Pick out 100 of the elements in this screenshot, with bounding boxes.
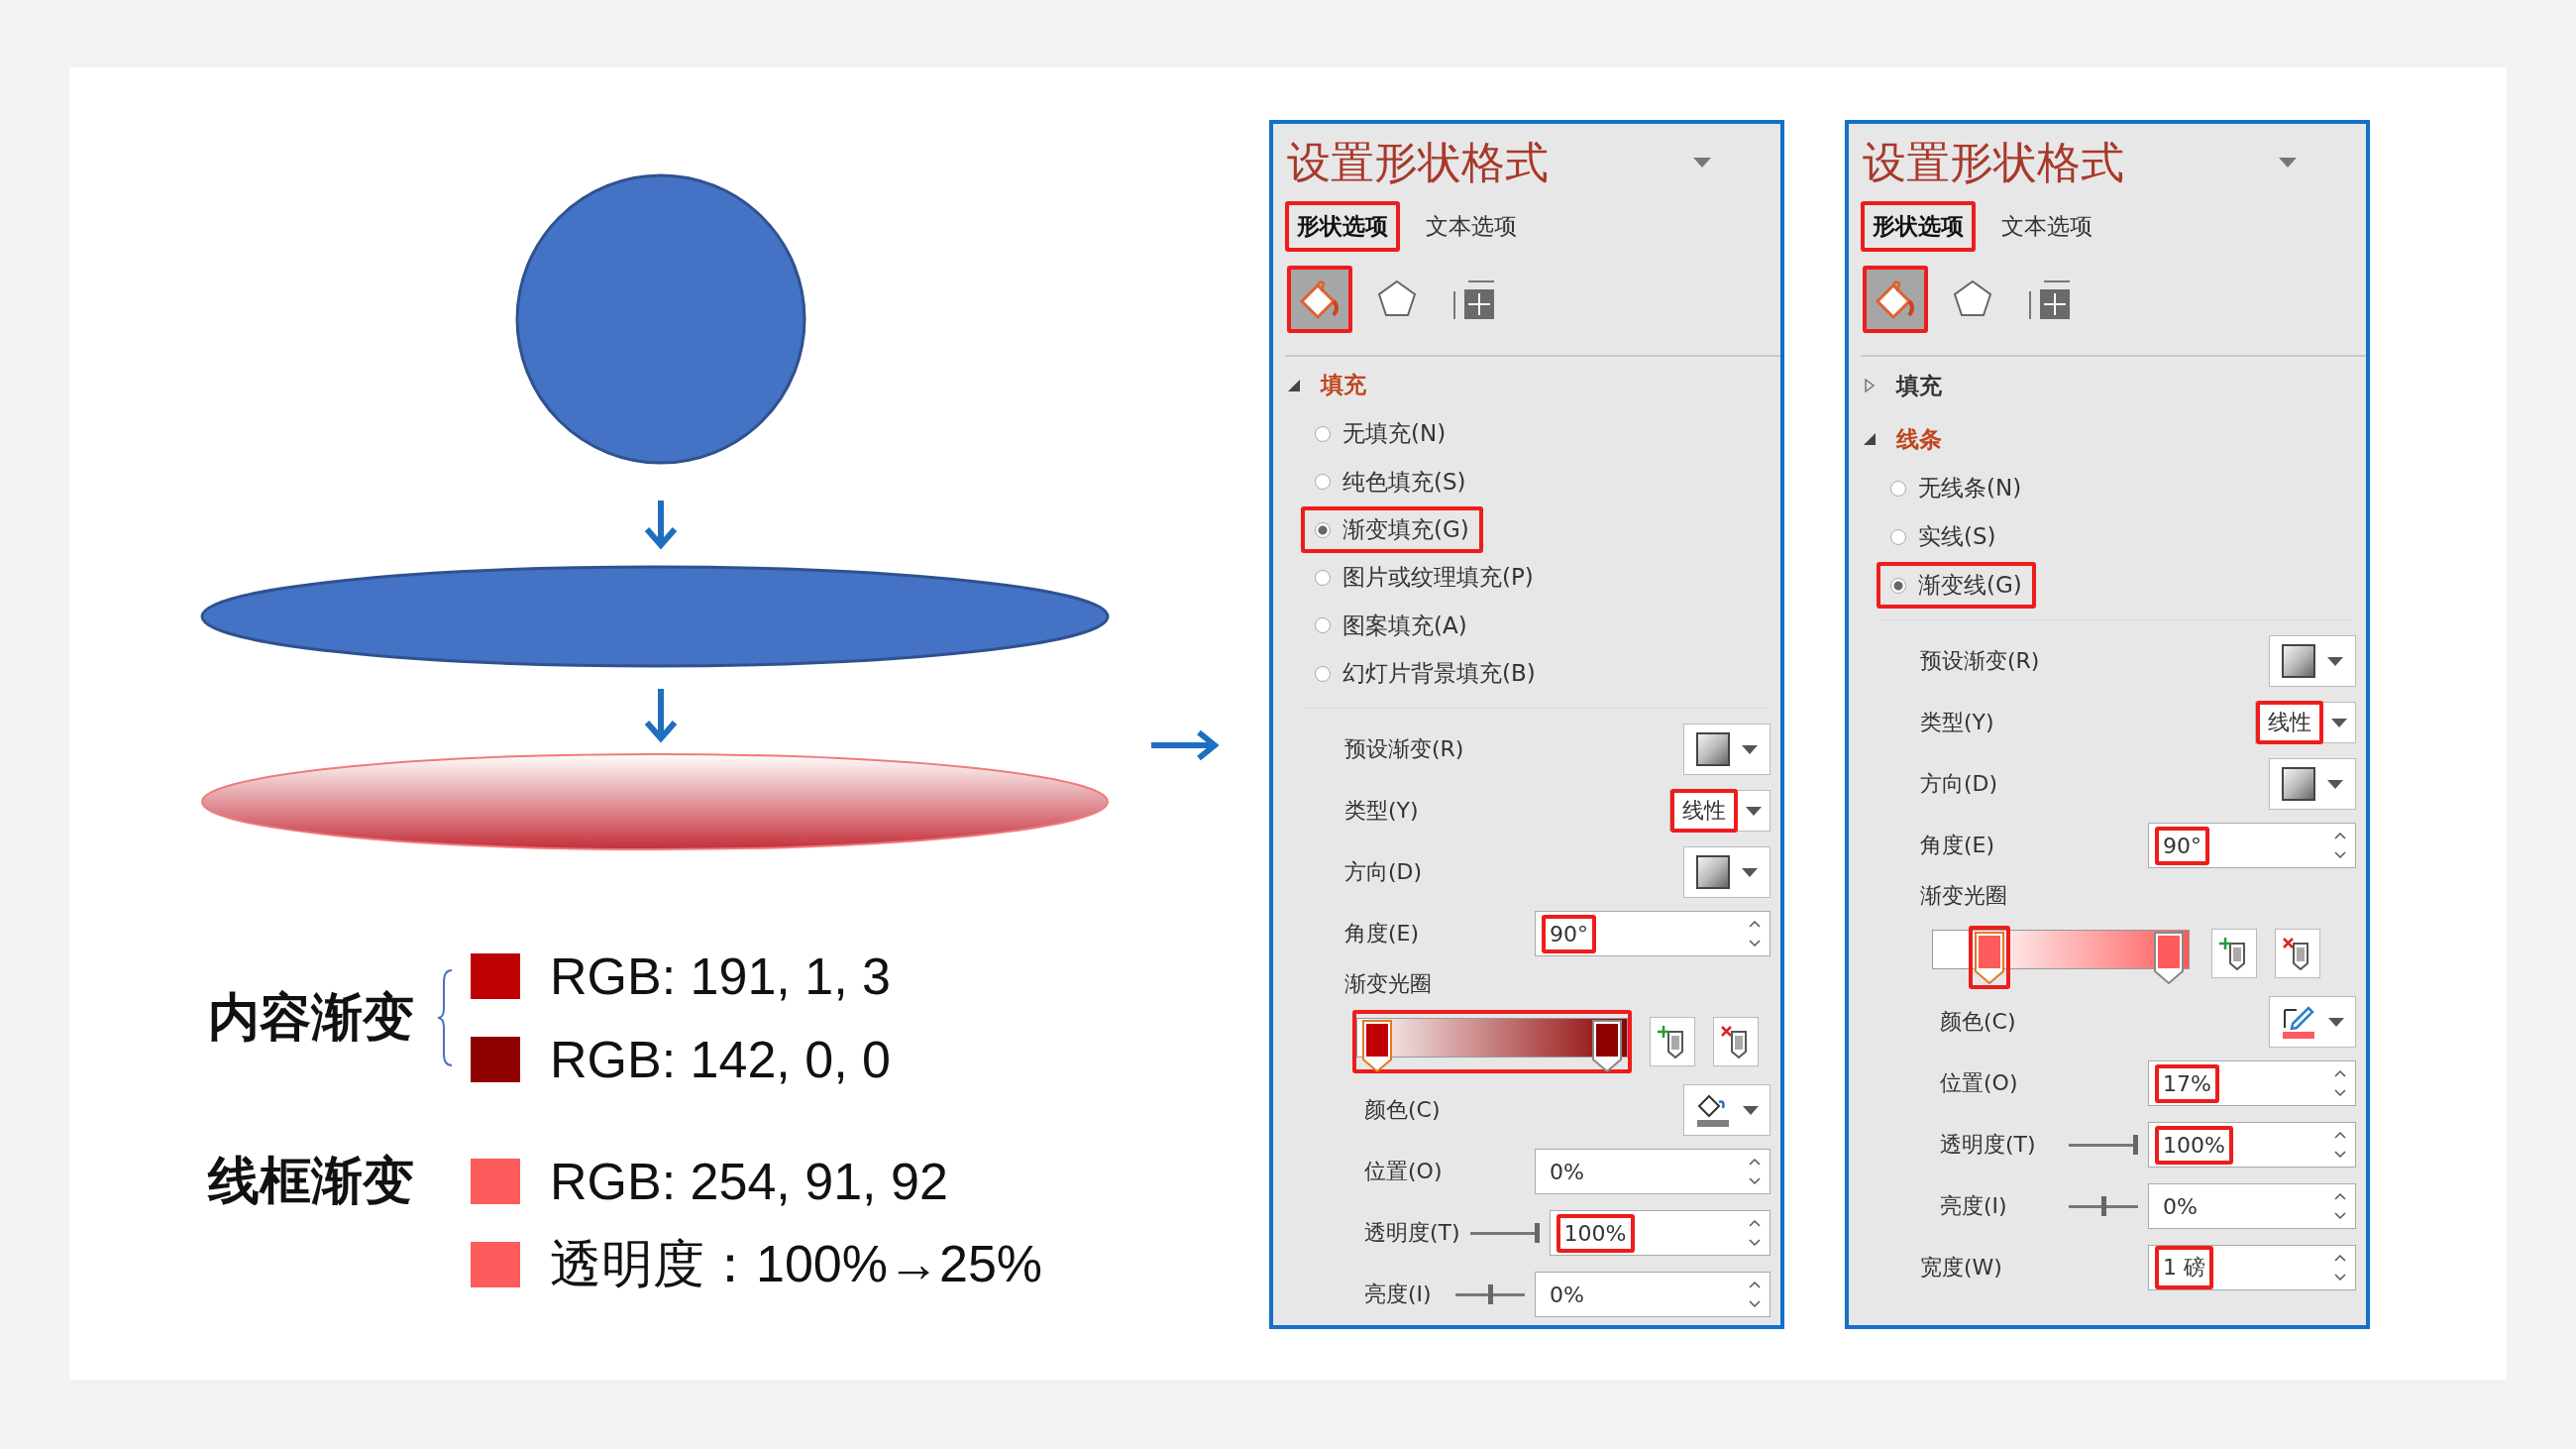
dropdown-value: 线性: [2256, 701, 2323, 744]
spin-field[interactable]: 90°: [2148, 823, 2356, 868]
legend-group-label: 线框渐变: [208, 1150, 415, 1212]
options-tab[interactable]: 文本选项: [1989, 201, 2104, 252]
category-tab[interactable]: [1863, 266, 1928, 333]
color-dropdown[interactable]: [2269, 996, 2356, 1048]
gradient-swatch-icon: [2282, 767, 2315, 801]
property-label: 角度(E): [1920, 832, 1996, 859]
property-label: 颜色(C): [1364, 1096, 1442, 1125]
expand-triangle-icon[interactable]: [1287, 378, 1301, 392]
remove-stop-button[interactable]: [2275, 929, 2320, 978]
spin-field[interactable]: 17%: [2148, 1060, 2356, 1106]
field-value: 1 磅: [2155, 1246, 2213, 1289]
dropdown-caret-icon: [2327, 779, 2343, 789]
property-label: 预设渐变(R): [1920, 647, 2041, 675]
dropdown-caret-icon: [1742, 744, 1758, 754]
add-stop-button[interactable]: [2211, 929, 2257, 978]
legend-text: RGB: 142, 0, 0: [550, 1030, 891, 1089]
radio-option[interactable]: 图案填充(A): [1301, 602, 1481, 649]
remove-stop-button[interactable]: [1713, 1017, 1759, 1067]
paint-bucket-icon: [1874, 278, 1917, 321]
add-stop-button[interactable]: [1650, 1017, 1695, 1067]
panel-title: 设置形状格式: [1287, 136, 1549, 189]
type-dropdown[interactable]: 线性: [1669, 790, 1771, 833]
radio-option[interactable]: 无线条(N): [1877, 465, 2036, 511]
expand-triangle-icon[interactable]: [1863, 432, 1877, 446]
field-value: 100%: [2155, 1125, 2233, 1165]
radio-button[interactable]: [1315, 569, 1331, 586]
radio-button[interactable]: [1315, 425, 1331, 442]
slider-thumb[interactable]: [1487, 1284, 1493, 1305]
gradient-swatch-icon: [2282, 644, 2315, 678]
property-label: 角度(E): [1344, 920, 1421, 948]
radio-option[interactable]: 渐变填充(G): [1301, 506, 1483, 553]
property-label: 方向(D): [1920, 770, 1999, 798]
dropdown-caret-icon: [2327, 656, 2343, 666]
section-header[interactable]: 填充: [1321, 370, 1366, 401]
options-tab[interactable]: 形状选项: [1285, 201, 1400, 252]
dropdown-caret-icon: [1742, 867, 1758, 877]
gradient-swatch-icon: [1696, 732, 1730, 767]
field-value: 17%: [2155, 1063, 2219, 1103]
radio-button[interactable]: [1315, 665, 1331, 682]
right-arrow-icon: [1149, 728, 1219, 762]
radio-option[interactable]: 渐变线(G): [1877, 562, 2036, 609]
legend-text: RGB: 254, 91, 92: [550, 1152, 948, 1211]
spin-field[interactable]: 0%: [1535, 1149, 1771, 1195]
property-label: 类型(Y): [1344, 797, 1420, 826]
field-value: 90°: [1542, 914, 1596, 953]
dropdown-caret-icon[interactable]: [2279, 158, 2297, 167]
property-label: 亮度(I): [1364, 1281, 1433, 1309]
gradient-dropdown[interactable]: [2269, 758, 2356, 810]
slider-thumb[interactable]: [2133, 1135, 2138, 1155]
property-label: 渐变光圈: [1920, 882, 2008, 910]
type-dropdown[interactable]: 线性: [2255, 702, 2356, 743]
gradient-dropdown[interactable]: [1683, 846, 1771, 899]
color-dropdown[interactable]: [1683, 1084, 1771, 1137]
spin-field[interactable]: 0%: [2148, 1183, 2356, 1229]
property-label: 宽度(W): [1920, 1254, 2003, 1282]
field-value: 90°: [2155, 826, 2209, 865]
radio-button[interactable]: [1890, 577, 1906, 594]
legend-text: RGB: 191, 1, 3: [550, 947, 891, 1006]
property-label: 预设渐变(R): [1344, 735, 1465, 764]
radio-button[interactable]: [1315, 521, 1331, 538]
slider-thumb[interactable]: [1534, 1223, 1540, 1244]
radio-option[interactable]: 图片或纹理填充(P): [1301, 554, 1548, 602]
dropdown-caret-icon: [1746, 806, 1762, 816]
spin-field[interactable]: 0%: [1535, 1272, 1771, 1318]
radio-button[interactable]: [1890, 480, 1906, 497]
radio-option[interactable]: 无填充(N): [1301, 410, 1460, 458]
options-tab[interactable]: 形状选项: [1861, 201, 1976, 252]
field-value: 100%: [1556, 1213, 1635, 1253]
radio-button[interactable]: [1315, 474, 1331, 491]
dropdown-value: 线性: [1670, 789, 1738, 834]
spin-field[interactable]: 100%: [2148, 1122, 2356, 1168]
spin-field[interactable]: 100%: [1549, 1210, 1771, 1257]
slider-thumb[interactable]: [2100, 1196, 2106, 1216]
dropdown-caret-icon[interactable]: [1693, 158, 1711, 167]
radio-option[interactable]: 实线(S): [1877, 513, 2010, 560]
field-value: 0%: [1549, 1158, 1585, 1186]
expand-triangle-icon[interactable]: [1863, 379, 1877, 392]
radio-option[interactable]: 幻灯片背景填充(B): [1301, 650, 1550, 698]
panel-title: 设置形状格式: [1863, 136, 2124, 189]
gradient-stop[interactable]: [1969, 926, 2011, 989]
radio-button[interactable]: [1315, 617, 1331, 634]
legend-text: 透明度：100%→25%: [550, 1234, 1043, 1294]
spin-field[interactable]: 1 磅: [2148, 1245, 2356, 1290]
property-label: 亮度(I): [1940, 1192, 2008, 1220]
gradient-dropdown[interactable]: [1683, 724, 1771, 776]
spin-field[interactable]: 90°: [1535, 911, 1771, 957]
radio-button[interactable]: [1890, 528, 1906, 545]
pen-icon: [2281, 1004, 2317, 1040]
section-header[interactable]: 线条: [1896, 423, 1942, 455]
property-label: 类型(Y): [1920, 709, 1995, 736]
gradient-dropdown[interactable]: [2269, 635, 2356, 687]
gradient-stops-bar[interactable]: [1352, 1010, 1632, 1074]
radio-option[interactable]: 纯色填充(S): [1301, 458, 1480, 505]
property-label: 透明度(T): [1940, 1131, 2037, 1159]
section-header[interactable]: 填充: [1896, 370, 1942, 401]
category-tab[interactable]: [1287, 266, 1352, 333]
paint-bucket-icon: [1298, 278, 1342, 321]
options-tab[interactable]: 文本选项: [1414, 201, 1529, 252]
